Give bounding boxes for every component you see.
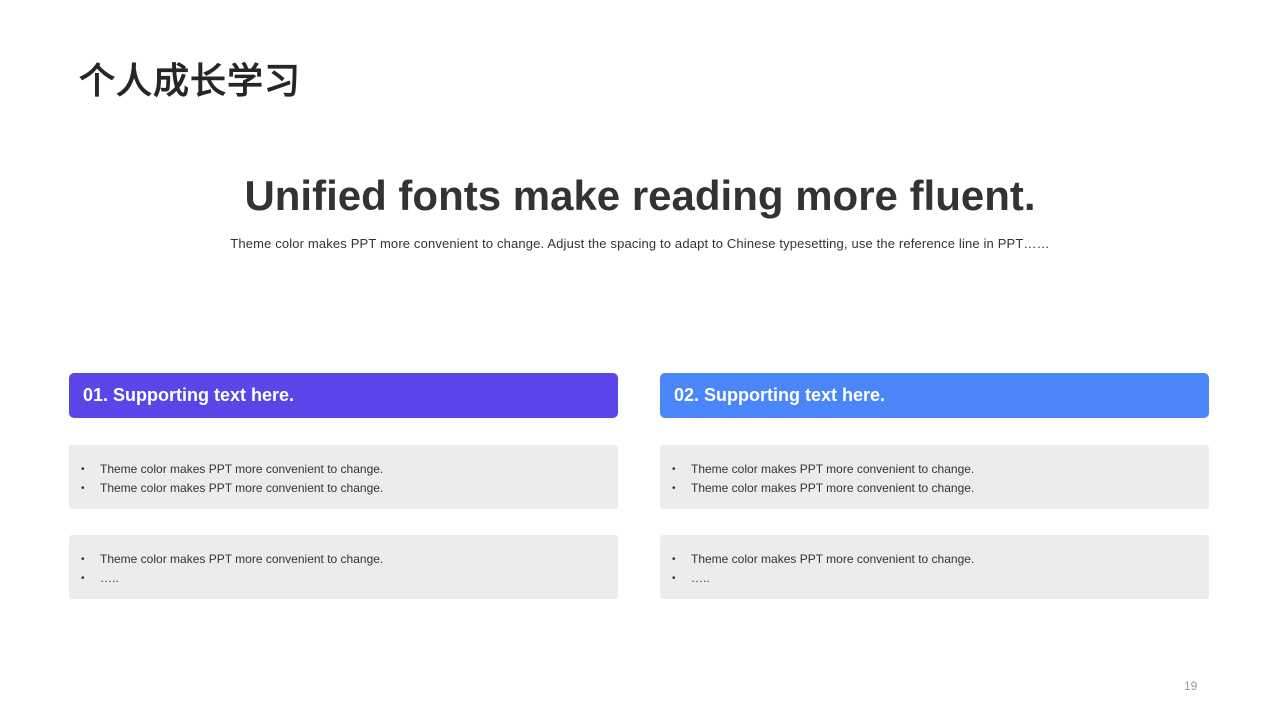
bullet-icon: •: [81, 573, 85, 584]
list-item-text: …..: [100, 571, 119, 585]
bullet-icon: •: [672, 573, 676, 584]
bullet-icon: •: [81, 483, 85, 494]
list-item-text: Theme color makes PPT more convenient to…: [691, 462, 975, 476]
bullet-list: • Theme color makes PPT more convenient …: [660, 550, 1209, 588]
column-2-box-1: • Theme color makes PPT more convenient …: [660, 445, 1209, 509]
bullet-icon: •: [81, 554, 85, 565]
list-item-text: …..: [691, 571, 710, 585]
column-1-box-2: • Theme color makes PPT more convenient …: [69, 535, 618, 599]
bullet-icon: •: [672, 464, 676, 475]
list-item: • Theme color makes PPT more convenient …: [81, 550, 618, 569]
headline: Unified fonts make reading more fluent.: [244, 172, 1036, 219]
slide-title: 个人成长学习: [79, 61, 302, 102]
list-item-text: Theme color makes PPT more convenient to…: [100, 481, 384, 495]
column-1: 01. Supporting text here. • Theme color …: [69, 373, 618, 599]
column-2-header: 02. Supporting text here.: [660, 373, 1209, 418]
column-2: 02. Supporting text here. • Theme color …: [660, 373, 1209, 599]
bullet-icon: •: [672, 483, 676, 494]
bullet-list: • Theme color makes PPT more convenient …: [660, 460, 1209, 498]
list-item: • Theme color makes PPT more convenient …: [81, 460, 618, 479]
list-item: • Theme color makes PPT more convenient …: [672, 550, 1209, 569]
column-2-box-2: • Theme color makes PPT more convenient …: [660, 535, 1209, 599]
bullet-icon: •: [81, 464, 85, 475]
column-1-header: 01. Supporting text here.: [69, 373, 618, 418]
list-item: • …..: [81, 569, 618, 588]
column-1-box-1: • Theme color makes PPT more convenient …: [69, 445, 618, 509]
list-item-text: Theme color makes PPT more convenient to…: [100, 552, 384, 566]
list-item: • …..: [672, 569, 1209, 588]
list-item-text: Theme color makes PPT more convenient to…: [100, 462, 384, 476]
bullet-list: • Theme color makes PPT more convenient …: [69, 460, 618, 498]
list-item: • Theme color makes PPT more convenient …: [672, 479, 1209, 498]
list-item: • Theme color makes PPT more convenient …: [81, 479, 618, 498]
list-item-text: Theme color makes PPT more convenient to…: [691, 552, 975, 566]
bullet-list: • Theme color makes PPT more convenient …: [69, 550, 618, 588]
bullet-icon: •: [672, 554, 676, 565]
subtitle: Theme color makes PPT more convenient to…: [230, 236, 1050, 251]
list-item-text: Theme color makes PPT more convenient to…: [691, 481, 975, 495]
page-number: 19: [1184, 679, 1198, 693]
list-item: • Theme color makes PPT more convenient …: [672, 460, 1209, 479]
